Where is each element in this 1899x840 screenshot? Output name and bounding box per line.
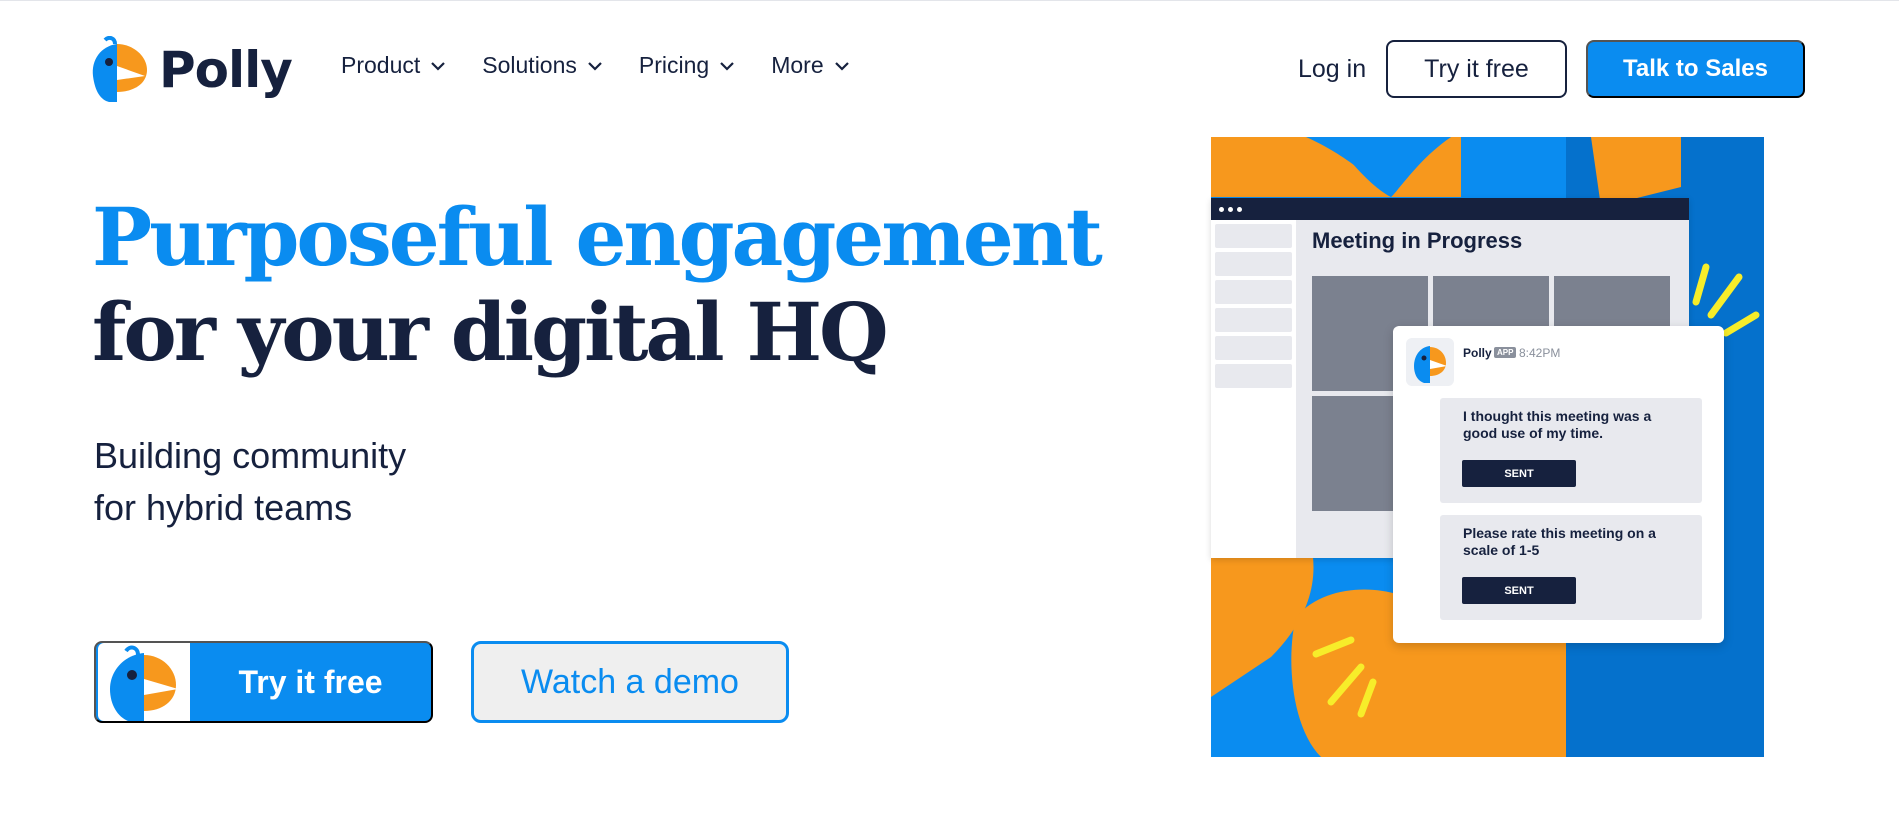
nav-product-label: Product (341, 52, 421, 78)
nav-solutions[interactable]: Solutions (482, 52, 603, 79)
subheading-line-1: Building community (94, 435, 407, 476)
polly-message-card: Polly APP 8:42PM I thought this meeting … (1393, 326, 1724, 643)
hero-subheading: Building community for hybrid teams (94, 430, 406, 534)
nav-more-label: More (771, 52, 824, 78)
logo-wordmark: Polly (159, 41, 293, 99)
nav-solutions-label: Solutions (482, 52, 577, 78)
login-link[interactable]: Log in (1298, 55, 1366, 84)
parrot-avatar-icon (1414, 346, 1447, 383)
polly-logo[interactable]: Polly (87, 36, 293, 104)
nav-pricing[interactable]: Pricing (639, 52, 735, 79)
message-sender: Polly (1463, 346, 1492, 360)
message-block: I thought this meeting was a good use of… (1440, 398, 1702, 503)
try-free-header-button[interactable]: Try it free (1386, 40, 1567, 98)
message-text: I thought this meeting was a good use of… (1463, 408, 1652, 441)
chevron-down-icon (720, 61, 734, 71)
nav-product[interactable]: Product (341, 52, 446, 79)
top-divider (0, 0, 1899, 1)
parrot-button-icon (98, 643, 190, 721)
nav-more[interactable]: More (771, 52, 849, 79)
talk-to-sales-button[interactable]: Talk to Sales (1586, 40, 1805, 98)
window-title: Meeting in Progress (1312, 228, 1523, 253)
message-time: 8:42PM (1519, 346, 1561, 360)
watch-demo-button[interactable]: Watch a demo (471, 641, 789, 723)
app-badge: APP (1494, 347, 1517, 358)
sent-button: SENT (1462, 460, 1576, 487)
window-sidebar (1211, 220, 1296, 558)
try-free-hero-label: Try it free (238, 663, 383, 700)
avatar (1406, 338, 1454, 386)
chevron-down-icon (834, 61, 849, 71)
sent-button: SENT (1462, 577, 1576, 604)
message-block: Please rate this meeting on a scale of 1… (1440, 515, 1702, 620)
try-free-hero-button[interactable]: Try it free (94, 641, 433, 723)
main-nav: Product Solutions Pricing More (341, 52, 886, 79)
headline-line-1: Purposeful engagement (92, 190, 1103, 284)
message-text: Please rate this meeting on a scale of 1… (1463, 525, 1656, 558)
chevron-down-icon (588, 61, 602, 71)
chevron-down-icon (431, 61, 446, 71)
subheading-line-2: for hybrid teams (94, 487, 353, 528)
headline-line-2: for your digital HQ (92, 285, 889, 379)
parrot-logo-icon (92, 36, 147, 102)
window-titlebar (1211, 198, 1689, 220)
nav-pricing-label: Pricing (638, 52, 710, 78)
